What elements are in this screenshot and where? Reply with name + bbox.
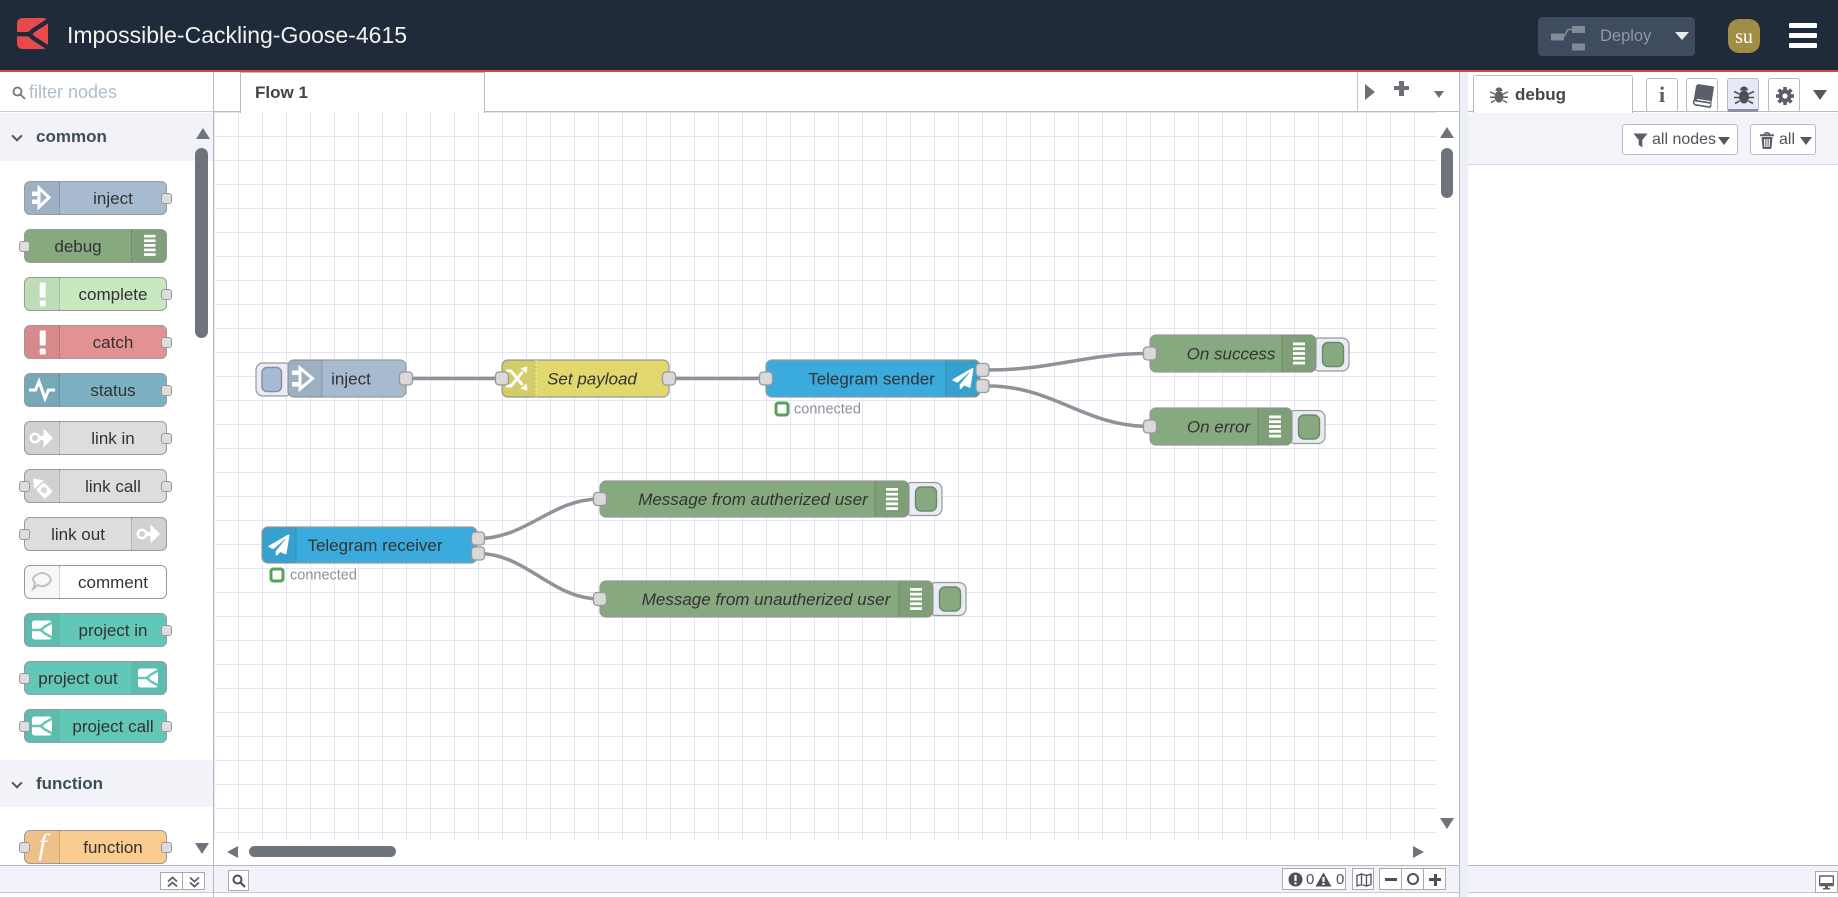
svg-text:On success: On success	[1187, 345, 1276, 364]
svg-text:Set payload: Set payload	[547, 370, 637, 389]
svg-text:inject: inject	[331, 370, 371, 389]
svg-text:Telegram sender: Telegram sender	[808, 370, 935, 389]
svg-text:connected: connected	[290, 568, 357, 584]
svg-text:On error: On error	[1187, 418, 1252, 437]
svg-text:Message from unautherized user: Message from unautherized user	[642, 590, 892, 609]
svg-text:connected: connected	[794, 402, 861, 418]
svg-text:Message from autherized user: Message from autherized user	[638, 490, 869, 509]
svg-text:Telegram receiver: Telegram receiver	[307, 536, 442, 555]
